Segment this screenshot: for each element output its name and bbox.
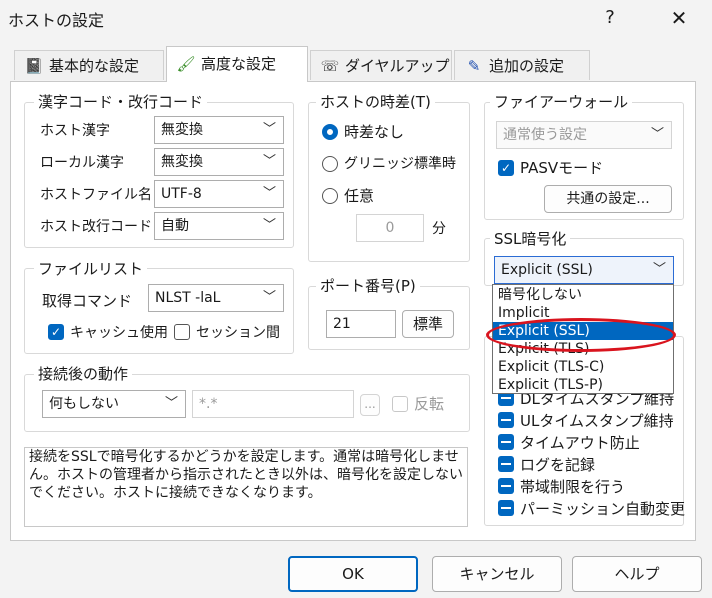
host-newline-select[interactable]: 自動 ﹀ — [154, 212, 284, 240]
kanji-group-legend: 漢字コード・改行コード — [34, 91, 208, 112]
firewall-group-legend: ファイアーウォール — [490, 91, 633, 112]
option-keepalive-label: タイムアウト防止 — [520, 434, 640, 452]
host-kanji-label: ホスト漢字 — [40, 123, 110, 139]
host-kanji-select[interactable]: 無変換 ﹀ — [154, 116, 284, 144]
option-ul-timestamp-checkbox[interactable] — [498, 412, 514, 428]
tab-extra[interactable]: ✎ 追加の設定 — [454, 50, 590, 80]
tz-none-label: 時差なし — [344, 123, 405, 141]
option-ul-timestamp-label: ULタイムスタンプ維持 — [520, 412, 674, 430]
session-checkbox[interactable] — [174, 324, 190, 340]
phone-icon: ☏ — [320, 57, 340, 75]
filelist-group-legend: ファイルリスト — [34, 258, 148, 279]
after-connect-legend: 接続後の動作 — [34, 363, 133, 384]
chevron-down-icon: ﹀ — [262, 122, 276, 137]
option-keepalive-checkbox[interactable] — [498, 434, 514, 450]
close-button[interactable]: ✕ — [656, 4, 702, 32]
option-permission-label: パーミッション自動変更 — [520, 500, 686, 518]
ssl-option-explicit-tls-c[interactable]: Explicit (TLS-C) — [493, 358, 673, 376]
pen-icon: ✎ — [467, 57, 481, 75]
tab-dialup[interactable]: ☏ ダイヤルアップ — [310, 50, 452, 80]
after-connect-browse-button[interactable]: ... — [360, 394, 380, 416]
chevron-down-icon: ﹀ — [650, 127, 664, 142]
tab-advanced[interactable]: 🖌 高度な設定 — [166, 46, 308, 82]
cache-label: キャッシュ使用 — [70, 325, 168, 341]
chevron-down-icon: ﹀ — [164, 396, 178, 411]
port-default-button[interactable]: 標準 — [402, 310, 454, 338]
firewall-common-button[interactable]: 共通の設定... — [544, 185, 672, 213]
reverse-label: 反転 — [414, 395, 445, 413]
title-bar: ホストの設定 ? ✕ — [0, 0, 712, 36]
firewall-mode-select[interactable]: 通常使う設定 ﹀ — [496, 121, 672, 149]
select-value: 何もしない — [49, 396, 119, 412]
after-connect-select[interactable]: 何もしない ﹀ — [42, 390, 186, 418]
highlight-ellipse — [486, 318, 676, 352]
select-value: Explicit (SSL) — [501, 262, 593, 278]
help-title-button[interactable]: ? — [592, 4, 628, 32]
cancel-button[interactable]: キャンセル — [432, 556, 562, 592]
select-value: NLST -laL — [155, 290, 221, 306]
tz-custom-radio[interactable] — [322, 188, 338, 204]
chevron-down-icon: ﹀ — [262, 154, 276, 169]
tab-basic[interactable]: 📓 基本的な設定 — [14, 50, 164, 80]
ssl-option-none[interactable]: 暗号化しない — [493, 286, 673, 304]
session-label: セッション間 — [196, 325, 280, 341]
port-group-legend: ポート番号(P) — [316, 275, 420, 296]
pasv-checkbox[interactable]: ✓ — [498, 160, 514, 176]
option-permission-checkbox[interactable] — [498, 500, 514, 516]
option-log-label: ログを記録 — [520, 456, 596, 474]
help-button[interactable]: ヘルプ — [572, 556, 702, 592]
window-title: ホストの設定 — [8, 11, 105, 30]
local-kanji-select[interactable]: 無変換 ﹀ — [154, 148, 284, 176]
cache-checkbox[interactable]: ✓ — [48, 324, 64, 340]
timezone-group-legend: ホストの時差(T) — [316, 91, 435, 112]
option-bandwidth-label: 帯域制限を行う — [520, 478, 626, 496]
select-value: UTF-8 — [161, 186, 202, 202]
select-value: 無変換 — [161, 154, 203, 170]
chevron-down-icon: ﹀ — [652, 262, 666, 277]
tz-offset-unit: 分 — [432, 221, 446, 237]
ssl-option-explicit-tls-p[interactable]: Explicit (TLS-P) — [493, 376, 673, 394]
tab-label: ダイヤルアップ — [345, 57, 450, 75]
tab-label: 高度な設定 — [201, 55, 277, 73]
chevron-down-icon: ﹀ — [262, 290, 276, 305]
select-value: 自動 — [161, 218, 189, 234]
chevron-down-icon: ﹀ — [262, 218, 276, 233]
host-newline-label: ホスト改行コード — [40, 219, 152, 235]
list-command-label: 取得コマンド — [42, 292, 133, 310]
port-input[interactable]: 21 — [326, 310, 396, 338]
option-bandwidth-checkbox[interactable] — [498, 478, 514, 494]
tz-none-radio[interactable] — [322, 124, 338, 140]
ssl-select[interactable]: Explicit (SSL) ﹀ — [494, 256, 674, 284]
option-log-checkbox[interactable] — [498, 456, 514, 472]
reverse-checkbox[interactable] — [392, 396, 408, 412]
after-connect-pattern-input[interactable]: *.* — [192, 390, 354, 418]
host-filename-select[interactable]: UTF-8 ﹀ — [154, 180, 284, 208]
select-value: 通常使う設定 — [503, 127, 587, 143]
chevron-down-icon: ﹀ — [262, 186, 276, 201]
ssl-group-legend: SSL暗号化 — [490, 228, 571, 249]
list-command-select[interactable]: NLST -laL ﹀ — [148, 284, 284, 312]
tz-offset-input[interactable]: 0 — [356, 214, 424, 242]
brush-icon: 🖌 — [176, 55, 196, 73]
host-filename-label: ホストファイル名 — [40, 187, 152, 203]
ok-button[interactable]: OK — [288, 556, 418, 592]
tz-gmt-label: グリニッジ標準時 — [344, 156, 456, 172]
tz-custom-label: 任意 — [344, 187, 375, 205]
tab-label: 基本的な設定 — [49, 57, 140, 75]
tz-gmt-radio[interactable] — [322, 156, 338, 172]
tab-label: 追加の設定 — [489, 57, 565, 75]
pasv-label: PASVモード — [520, 159, 604, 177]
notebook-icon: 📓 — [24, 57, 44, 75]
select-value: 無変換 — [161, 122, 203, 138]
local-kanji-label: ローカル漢字 — [40, 155, 124, 171]
description-text: 接続をSSLで暗号化するかどうかを設定します。通常は暗号化しません。ホストの管理… — [24, 447, 468, 527]
